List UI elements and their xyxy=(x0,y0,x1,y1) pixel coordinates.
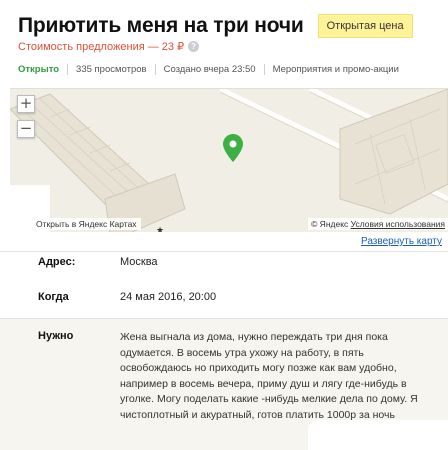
date-value: 24 мая 2016, 20:00 xyxy=(120,291,217,303)
terms-link[interactable]: Условия использования xyxy=(351,219,445,229)
map-view[interactable]: ★ + − Открыть в Яндекс Картах © Яндекс У… xyxy=(10,88,448,232)
title-row: Приютить меня на три ночи Открытая цена xyxy=(18,10,444,42)
expand-map-row: Развернуть карту xyxy=(0,233,448,252)
map-tiles: ★ xyxy=(10,89,448,232)
expand-map-link[interactable]: Развернуть карту xyxy=(361,236,442,247)
category-link[interactable]: Мероприятия и промо-акции xyxy=(273,64,399,75)
divider xyxy=(263,64,265,75)
zoom-in-button[interactable]: + xyxy=(17,95,35,113)
divider xyxy=(154,64,156,75)
open-in-yandex-link[interactable]: Открыть в Яндекс Картах xyxy=(10,218,141,230)
address-value: Москва xyxy=(120,256,158,268)
attribution-copyright: © Яндекс xyxy=(311,219,349,229)
map-attribution: © Яндекс Условия использования xyxy=(308,218,448,230)
map-pin-icon[interactable] xyxy=(223,134,243,162)
meta-row: Открыто 335 просмотров Создано вчера 23:… xyxy=(18,64,399,75)
need-description: Жена выгнала из дома, нужно переждать тр… xyxy=(120,331,418,421)
price-line: Стоимость предложения — 23 ₽ ? xyxy=(18,40,200,53)
created-time: Создано вчера 23:50 xyxy=(163,64,256,75)
status-badge: Открыто xyxy=(18,64,60,75)
zoom-out-button[interactable]: − xyxy=(17,120,35,138)
star-icon: ★ xyxy=(156,226,164,232)
divider xyxy=(67,64,69,75)
description-block: Нужно Жена выгнала из дома, нужно пережд… xyxy=(0,318,448,450)
views-count: 335 просмотров xyxy=(76,64,147,75)
need-label: Нужно xyxy=(38,330,74,342)
price-text: Стоимость предложения — 23 ₽ xyxy=(18,41,185,53)
open-price-badge: Открытая цена xyxy=(317,14,413,38)
map-building-right xyxy=(339,89,448,215)
address-label: Адрес: xyxy=(38,256,76,268)
overlay-patch xyxy=(308,420,448,450)
date-label: Когда xyxy=(38,291,69,303)
help-icon[interactable]: ? xyxy=(188,41,200,52)
page-title: Приютить меня на три ночи xyxy=(18,14,304,37)
